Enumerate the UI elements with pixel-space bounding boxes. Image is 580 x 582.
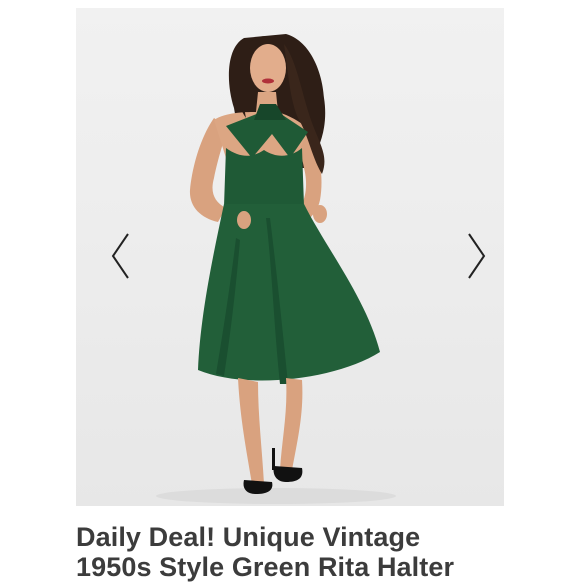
listing-title-line1: Daily Deal! Unique Vintage — [76, 522, 421, 552]
chevron-left-icon — [111, 233, 129, 279]
chevron-right-icon — [468, 233, 486, 279]
carousel-prev-button[interactable] — [105, 228, 135, 284]
product-photo — [156, 34, 396, 504]
product-image[interactable] — [76, 8, 504, 506]
listing-title: Daily Deal! Unique Vintage 1950s Style G… — [76, 522, 576, 582]
carousel-next-button[interactable] — [462, 228, 492, 284]
listing-title-line2: 1950s Style Green Rita Halter — [76, 552, 455, 582]
